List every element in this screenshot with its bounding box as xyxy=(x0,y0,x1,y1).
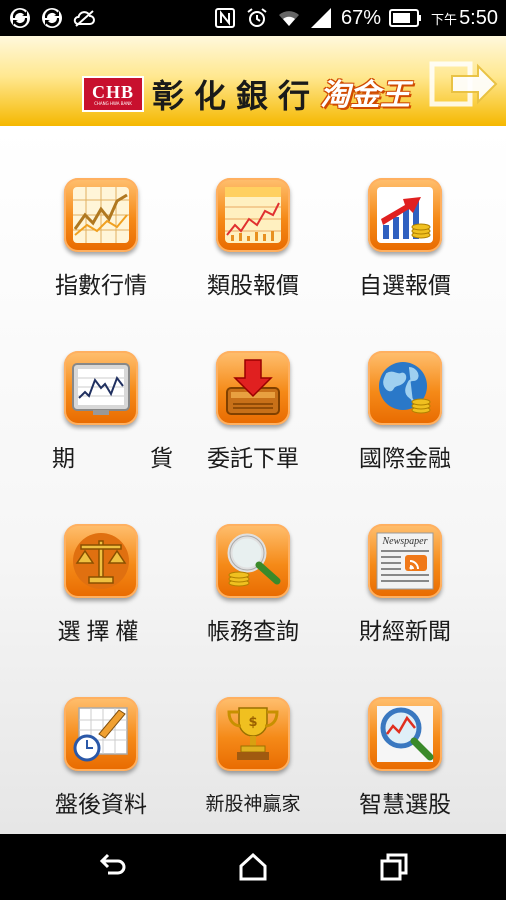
wifi-icon xyxy=(279,11,300,26)
time-period: 下午 xyxy=(431,11,458,27)
nfc-icon xyxy=(215,8,236,28)
menu-item-label: 選擇權 xyxy=(57,619,145,645)
menu-item-place-order[interactable]: 委託下單 xyxy=(178,351,328,511)
menu-item-label: 自選報價 xyxy=(359,273,451,299)
exit-arrow-icon xyxy=(429,61,498,107)
app-header: CHB CHANG HWA BANK 彰化銀行 淘金王 xyxy=(0,36,506,126)
menu-item-label: 類股報價 xyxy=(207,273,299,299)
menu-item-label: 指數行情 xyxy=(55,273,147,299)
menu-item-label: 盤後資料 xyxy=(55,792,147,818)
menu-item-index-quotes[interactable]: 指數行情 xyxy=(26,178,176,338)
menu-item-label: 帳務查詢 xyxy=(207,619,299,645)
battery-percent: 67% xyxy=(341,6,382,29)
app-name: 淘金王 xyxy=(320,78,410,113)
signal-icon xyxy=(311,8,332,28)
magnifier-coins-icon xyxy=(216,524,290,598)
menu-item-futures[interactable]: 期 貨 xyxy=(26,351,176,511)
menu-item-sector-quotes[interactable]: 類股報價 xyxy=(178,178,328,338)
menu-item-label: 新股神贏家 xyxy=(205,793,301,815)
battery-icon xyxy=(389,9,422,27)
menu-item-after-hours-data[interactable]: 盤後資料 xyxy=(26,697,176,857)
main-menu: 指數行情 類股報價 自選報價 期 貨 委託下單 國際金融 選擇權 帳務查詢 Ne… xyxy=(0,126,506,834)
system-status: 67% 下午 5:50 xyxy=(213,6,506,30)
menu-item-new-stock-winner[interactable]: $ 新股神贏家 xyxy=(178,697,328,857)
sector-chart-icon xyxy=(216,178,290,252)
menu-item-label: 國際金融 xyxy=(359,446,451,472)
menu-item-label: 委託下單 xyxy=(207,446,299,472)
notification-icons xyxy=(0,6,96,30)
status-bar: 67% 下午 5:50 xyxy=(0,0,506,36)
system-nav-bar xyxy=(0,834,506,900)
scales-icon xyxy=(64,524,138,598)
bank-name: 彰化銀行 xyxy=(152,77,321,115)
bar-growth-icon xyxy=(368,178,442,252)
futures-monitor-icon xyxy=(64,351,138,425)
sync-icon xyxy=(42,8,62,28)
chb-logo: CHB CHANG HWA BANK xyxy=(82,76,144,112)
menu-item-label: 財經新聞 xyxy=(359,619,451,645)
order-tray-icon xyxy=(216,351,290,425)
menu-item-watchlist-quotes[interactable]: 自選報價 xyxy=(330,178,480,338)
index-chart-icon xyxy=(64,178,138,252)
menu-item-international-finance[interactable]: 國際金融 xyxy=(330,351,480,511)
back-icon[interactable] xyxy=(96,851,128,883)
logo-subtext: CHANG HWA BANK xyxy=(94,100,132,106)
sync-icon xyxy=(10,8,30,28)
trophy-icon: $ xyxy=(216,697,290,771)
calendar-clock-icon xyxy=(64,697,138,771)
globe-coins-icon xyxy=(368,351,442,425)
logo-text: CHB xyxy=(91,81,134,102)
alarm-icon xyxy=(247,8,267,27)
menu-item-options[interactable]: 選擇權 xyxy=(26,524,176,684)
svg-text:$: $ xyxy=(248,715,257,730)
home-icon[interactable] xyxy=(237,851,269,883)
cloud-off-icon xyxy=(73,10,95,27)
menu-item-financial-news[interactable]: Newspaper 財經新聞 xyxy=(330,524,480,684)
clock: 5:50 xyxy=(459,6,498,29)
magnifier-chart-icon xyxy=(368,697,442,771)
menu-item-label: 期 貨 xyxy=(52,446,199,472)
menu-item-label: 智慧選股 xyxy=(359,792,451,818)
newspaper-icon: Newspaper xyxy=(368,524,442,598)
menu-item-account-inquiry[interactable]: 帳務查詢 xyxy=(178,524,328,684)
menu-item-smart-stock-picker[interactable]: 智慧選股 xyxy=(330,697,480,857)
exit-button[interactable] xyxy=(428,58,500,110)
recents-icon[interactable] xyxy=(378,851,410,883)
newspaper-masthead: Newspaper xyxy=(382,536,428,547)
